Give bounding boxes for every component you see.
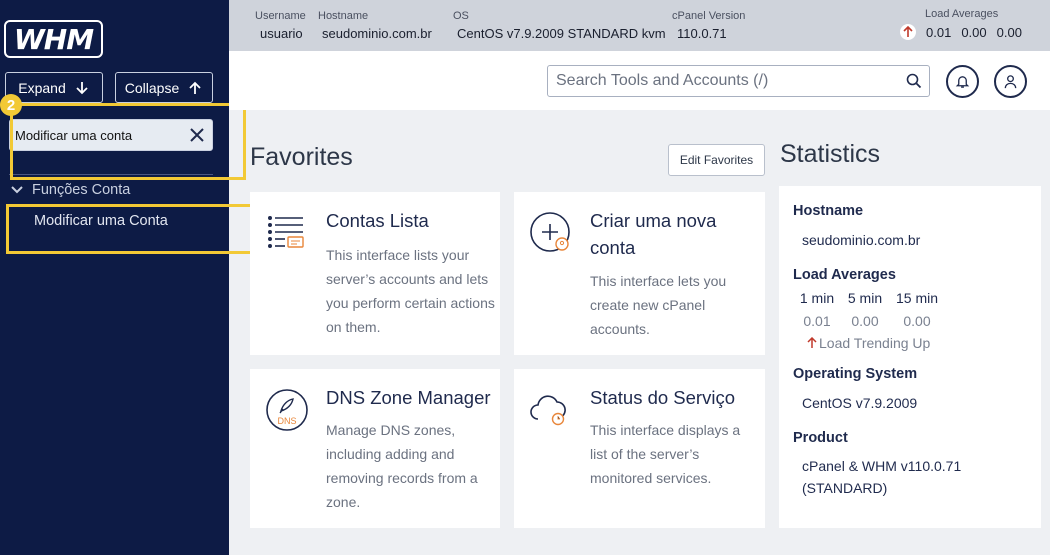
card-description: This interface lists your server’s accou…: [326, 247, 495, 335]
stat-product-value: cPanel & WHM v110.0.71 (STANDARD): [802, 458, 962, 496]
trend-up-icon: [900, 24, 916, 40]
favorite-card-status-servico[interactable]: Status do Serviço This interface display…: [514, 369, 765, 528]
card-title: Criar uma nova conta: [590, 210, 717, 258]
load-headers: 1 min 5 min 15 min: [793, 290, 945, 306]
arrow-down-icon: [76, 81, 88, 94]
load-header-1min: 1 min: [799, 290, 835, 306]
favorite-card-contas-lista[interactable]: Contas Lista This interface lists your s…: [250, 192, 500, 355]
load-averages-label: Load Averages: [925, 8, 999, 20]
cpanel-version-label: cPanel Version: [672, 10, 746, 22]
stat-hostname-value: seudominio.com.br: [802, 232, 921, 248]
statistics-title: Statistics: [780, 140, 881, 168]
card-description: This interface lets you create new cPane…: [590, 273, 727, 337]
stat-hostname-label: Hostname: [793, 203, 864, 219]
load-15min: 0.00: [996, 24, 1022, 40]
statistics-panel: Hostname seudominio.com.br Load Averages…: [779, 186, 1041, 528]
info-username: Username usuario: [255, 10, 306, 41]
bell-icon: [955, 76, 970, 88]
search-input[interactable]: [548, 66, 888, 96]
info-cpanel-version: cPanel Version 110.0.71: [672, 10, 745, 41]
card-title: Contas Lista: [326, 210, 429, 231]
step-badge: 2: [0, 94, 22, 116]
load-header-5min: 5 min: [847, 290, 883, 306]
load-header-15min: 15 min: [895, 290, 939, 306]
stat-load-label: Load Averages: [793, 267, 896, 283]
username-value: usuario: [260, 26, 303, 41]
dns-icon-text: DNS: [277, 416, 296, 426]
load-1min: 0.01: [926, 24, 952, 40]
favorites-title: Favorites: [250, 143, 353, 171]
collapse-button[interactable]: Collapse: [115, 72, 213, 103]
highlight-box-search: [10, 103, 246, 180]
expand-label: Expand: [18, 79, 66, 96]
card-title: DNS Zone Manager: [326, 387, 491, 408]
load-5min: 0.00: [961, 24, 987, 40]
hostname-value: seudominio.com.br: [322, 26, 432, 41]
group-label: Funções Conta: [32, 182, 131, 198]
favorite-card-dns-zone-manager[interactable]: DNS DNS Zone Manager Manage DNS zones, i…: [250, 369, 500, 528]
arrow-up-icon: [189, 81, 201, 94]
list-accounts-icon: [268, 216, 304, 248]
stat-os-label: Operating System: [793, 366, 918, 382]
sidebar: WHM Expand Collapse Funções Conta Modifi…: [0, 0, 253, 555]
load-values: 0.01 0.00 0.00: [793, 313, 945, 329]
os-label: OS: [453, 10, 469, 22]
top-header: [229, 51, 1050, 110]
whm-logo[interactable]: WHM: [4, 20, 103, 58]
hostname-label: Hostname: [318, 10, 369, 22]
cpanel-version-value: 110.0.71: [677, 26, 727, 41]
logo-text: WHM: [13, 22, 94, 56]
load-value-15min: 0.00: [903, 313, 931, 329]
user-icon: [1004, 75, 1017, 89]
load-value-5min: 0.00: [851, 313, 879, 329]
notifications-button[interactable]: [946, 65, 979, 98]
add-account-icon: [530, 212, 570, 252]
edit-favorites-button[interactable]: Edit Favorites: [668, 144, 765, 176]
sidebar-group-funcoes-conta[interactable]: Funções Conta: [10, 182, 130, 198]
load-trend: Load Trending Up: [807, 335, 930, 351]
cloud-status-icon: [530, 395, 566, 426]
user-menu-button[interactable]: [994, 65, 1027, 98]
trend-up-arrow-icon: [807, 337, 817, 348]
main-search: [547, 65, 930, 97]
info-hostname: Hostname seudominio.com.br: [318, 10, 432, 41]
card-title: Status do Serviço: [590, 387, 735, 408]
search-icon[interactable]: [906, 73, 922, 89]
info-load-averages: Load Averages 0.01 0.00 0.00: [900, 8, 1022, 40]
trend-text: Load Trending Up: [819, 335, 931, 351]
dns-icon: DNS: [266, 389, 308, 431]
stat-product-label: Product: [793, 430, 848, 446]
load-value-1min: 0.01: [803, 313, 831, 329]
collapse-label: Collapse: [124, 79, 180, 96]
os-value: CentOS v7.9.2009 STANDARD kvm: [457, 26, 666, 41]
username-label: Username: [255, 10, 306, 22]
server-info-bar: Username usuario Hostname seudominio.com…: [229, 0, 1050, 51]
favorite-card-criar-conta[interactable]: Criar uma nova conta This interface lets…: [514, 192, 765, 355]
chevron-down-icon: [11, 186, 23, 194]
stat-os-value: CentOS v7.9.2009: [802, 395, 918, 411]
info-os: OS CentOS v7.9.2009 STANDARD kvm: [453, 10, 666, 41]
card-description: This interface displays a list of the se…: [590, 422, 741, 486]
card-description: Manage DNS zones, including adding and r…: [326, 422, 478, 510]
highlight-box-item: [6, 204, 253, 254]
